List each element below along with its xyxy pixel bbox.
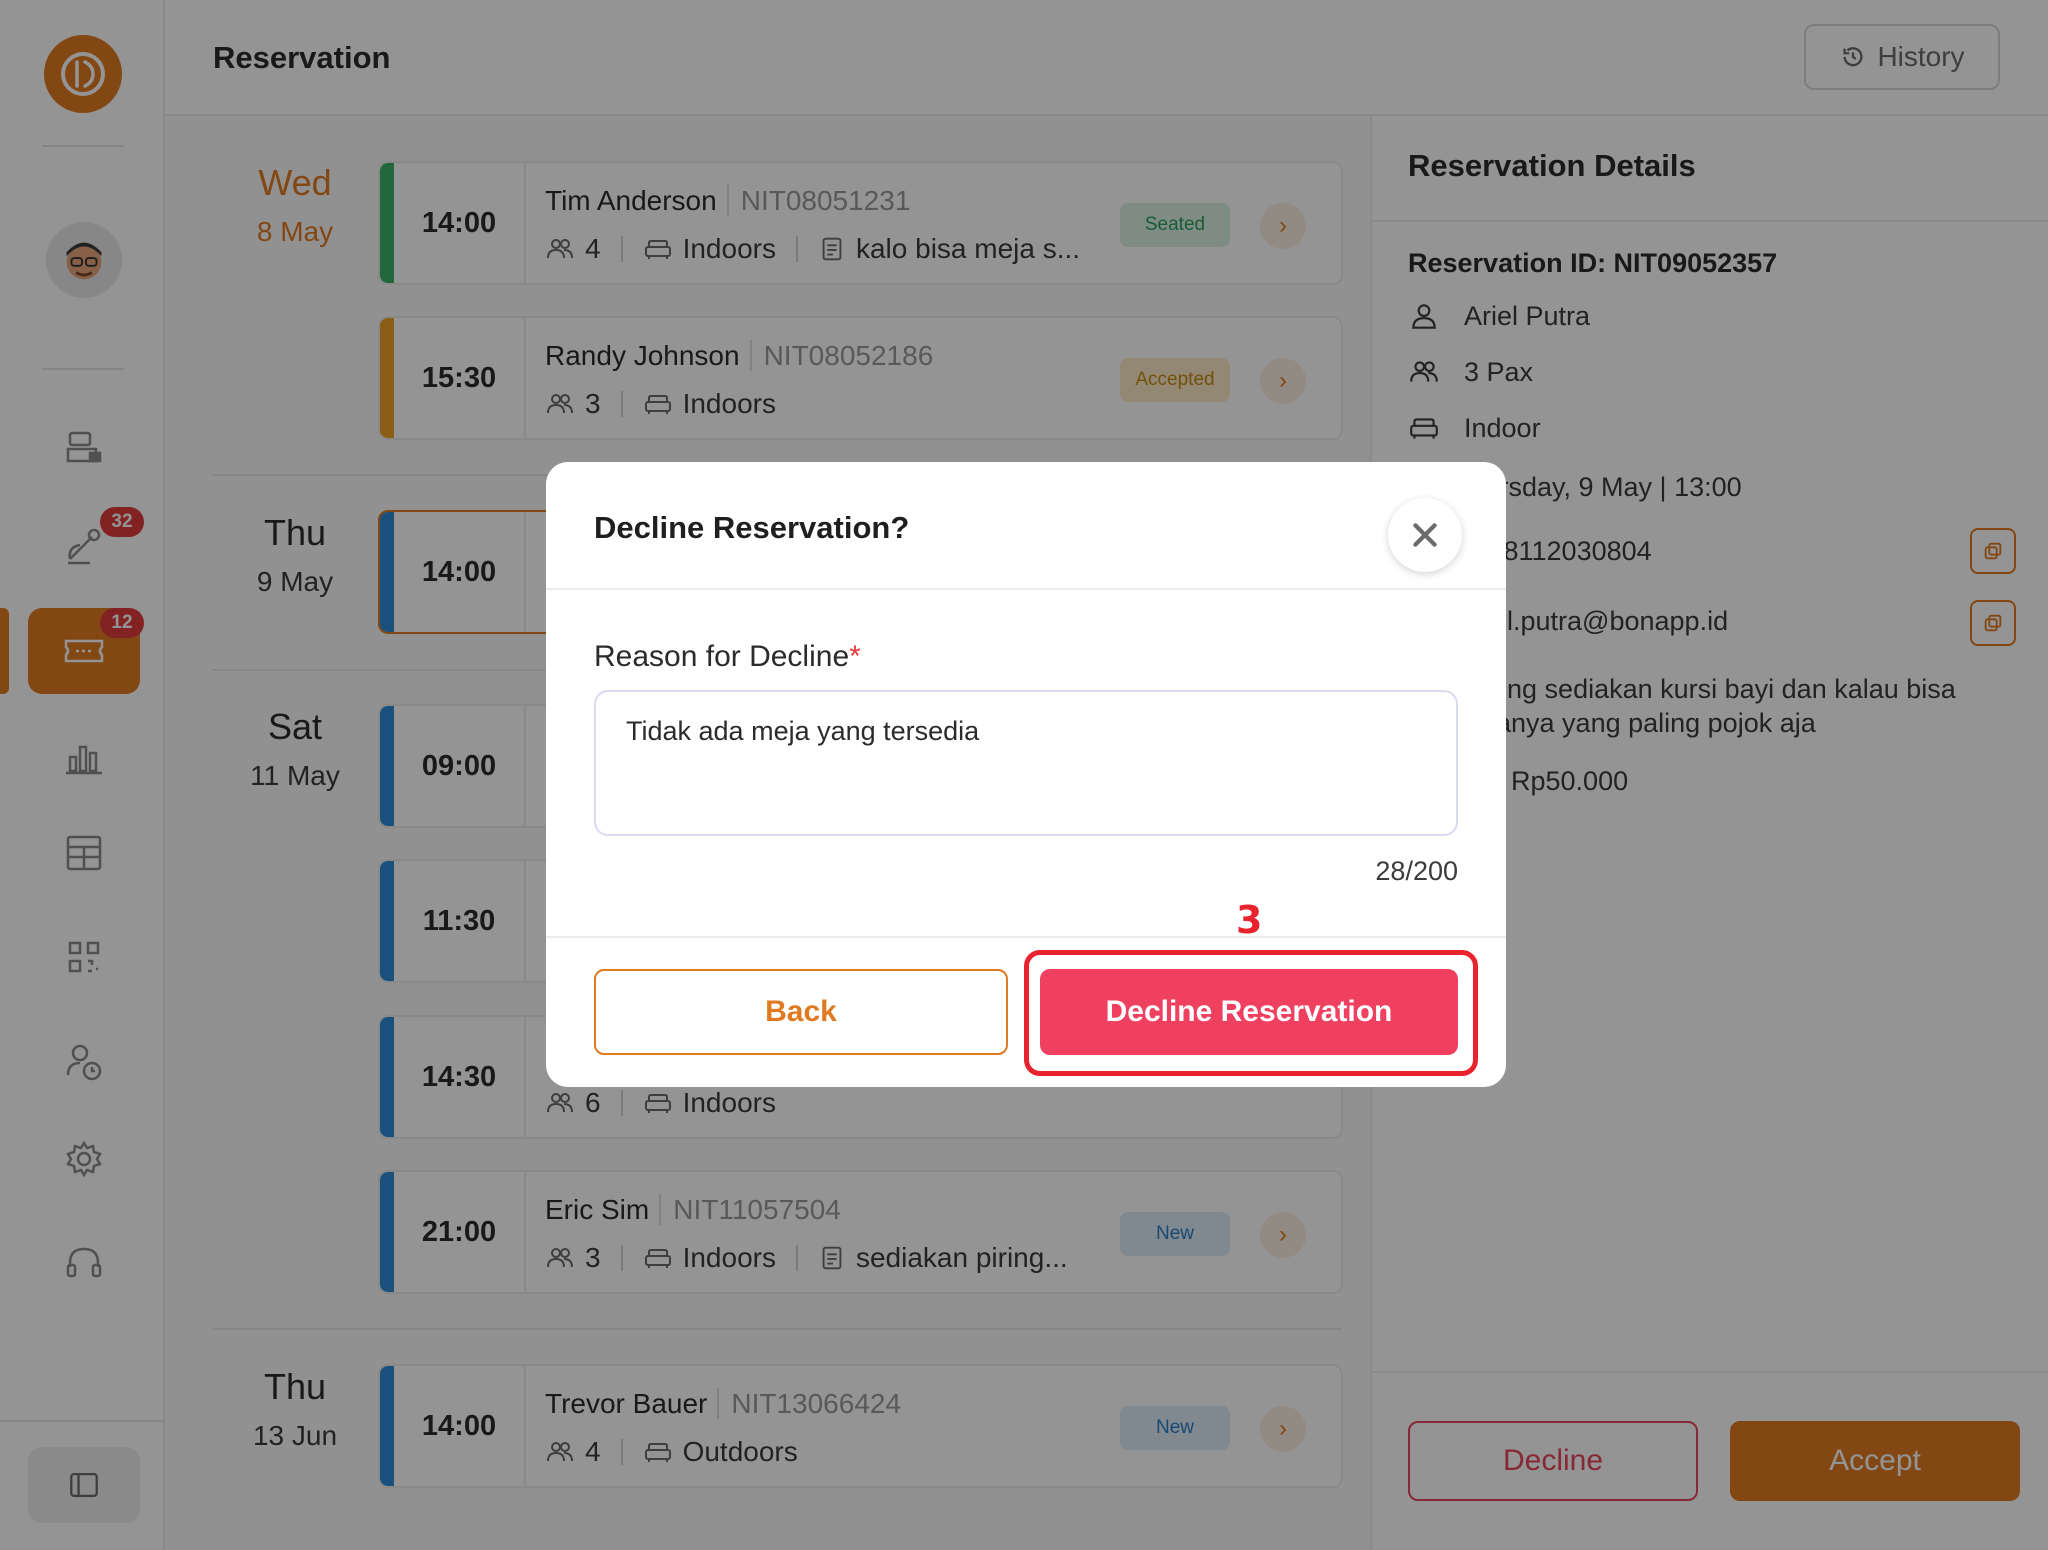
character-counter: 28/200: [1375, 856, 1458, 886]
modal-divider: [546, 936, 1506, 938]
reason-label-text: Reason for Decline: [594, 640, 850, 673]
close-icon: [1413, 523, 1437, 547]
modal-divider: [546, 588, 1506, 590]
close-modal-button[interactable]: [1388, 498, 1462, 572]
step-number-annotation: 3: [1236, 898, 1263, 942]
reason-label: Reason for Decline*: [594, 640, 861, 674]
required-mark: *: [849, 640, 861, 673]
modal-title: Decline Reservation?: [594, 510, 910, 545]
back-button[interactable]: Back: [594, 969, 1008, 1055]
highlight-box-annotation: [1024, 950, 1478, 1076]
reason-textarea[interactable]: Tidak ada meja yang tersedia: [594, 690, 1458, 836]
